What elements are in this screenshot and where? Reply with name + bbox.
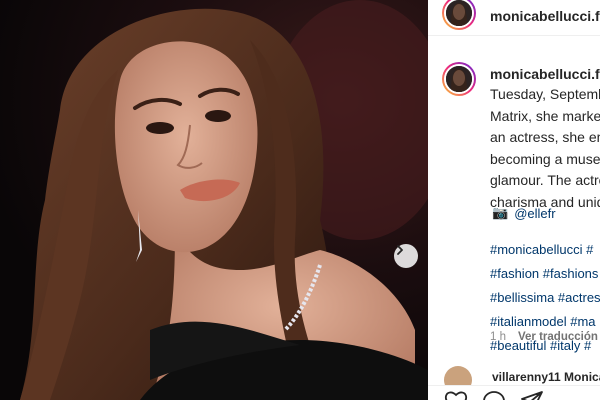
account-avatar[interactable] [442,0,476,30]
caption-username[interactable]: monicabellucci.fan [490,66,600,82]
share-plane-icon[interactable] [520,390,544,400]
photo-credit: 📷 @ellefr [492,205,556,221]
hashtag-line[interactable]: #bellissima #actres [490,286,600,310]
caption-text: Tuesday, September Matrix, she marked an… [490,84,600,213]
post-header: monicabellucci.fan [428,0,600,36]
caption-line: an actress, she em [490,129,600,145]
commenter-name[interactable]: villarenny11 Monica [492,370,600,384]
comment-bubble-icon[interactable] [482,390,506,400]
hashtag-line[interactable]: #fashion #fashions [490,262,600,286]
camera-icon: 📷 [492,205,509,220]
avatar-image [446,66,472,92]
caption-meta: 1 h Ver traducción [490,331,598,343]
caption-line: Tuesday, September [490,86,600,102]
post-photo[interactable] [0,0,428,400]
caption-avatar[interactable] [442,62,476,96]
chevron-right-icon [397,245,403,255]
account-username[interactable]: monicabellucci.fan [490,8,600,24]
portrait-image [20,0,428,400]
post-side-panel: monicabellucci.fan monicabellucci.fan Tu… [428,0,600,400]
see-translation-link[interactable]: Ver traducción [518,331,598,343]
caption-line: Matrix, she marked [490,107,600,124]
caption-line: becoming a muse [490,150,600,167]
post-action-bar [428,385,600,400]
caption-line: glamour. The actre [490,172,600,188]
hashtag-line[interactable]: #monicabellucci # [490,238,600,262]
credit-mention-link[interactable]: @ellefr [514,206,555,221]
comment-preview: villarenny11 Monica [444,364,600,394]
avatar-image [446,0,472,26]
next-photo-button[interactable] [394,244,418,268]
post-time: 1 h [490,331,506,343]
like-heart-icon[interactable] [444,390,468,400]
